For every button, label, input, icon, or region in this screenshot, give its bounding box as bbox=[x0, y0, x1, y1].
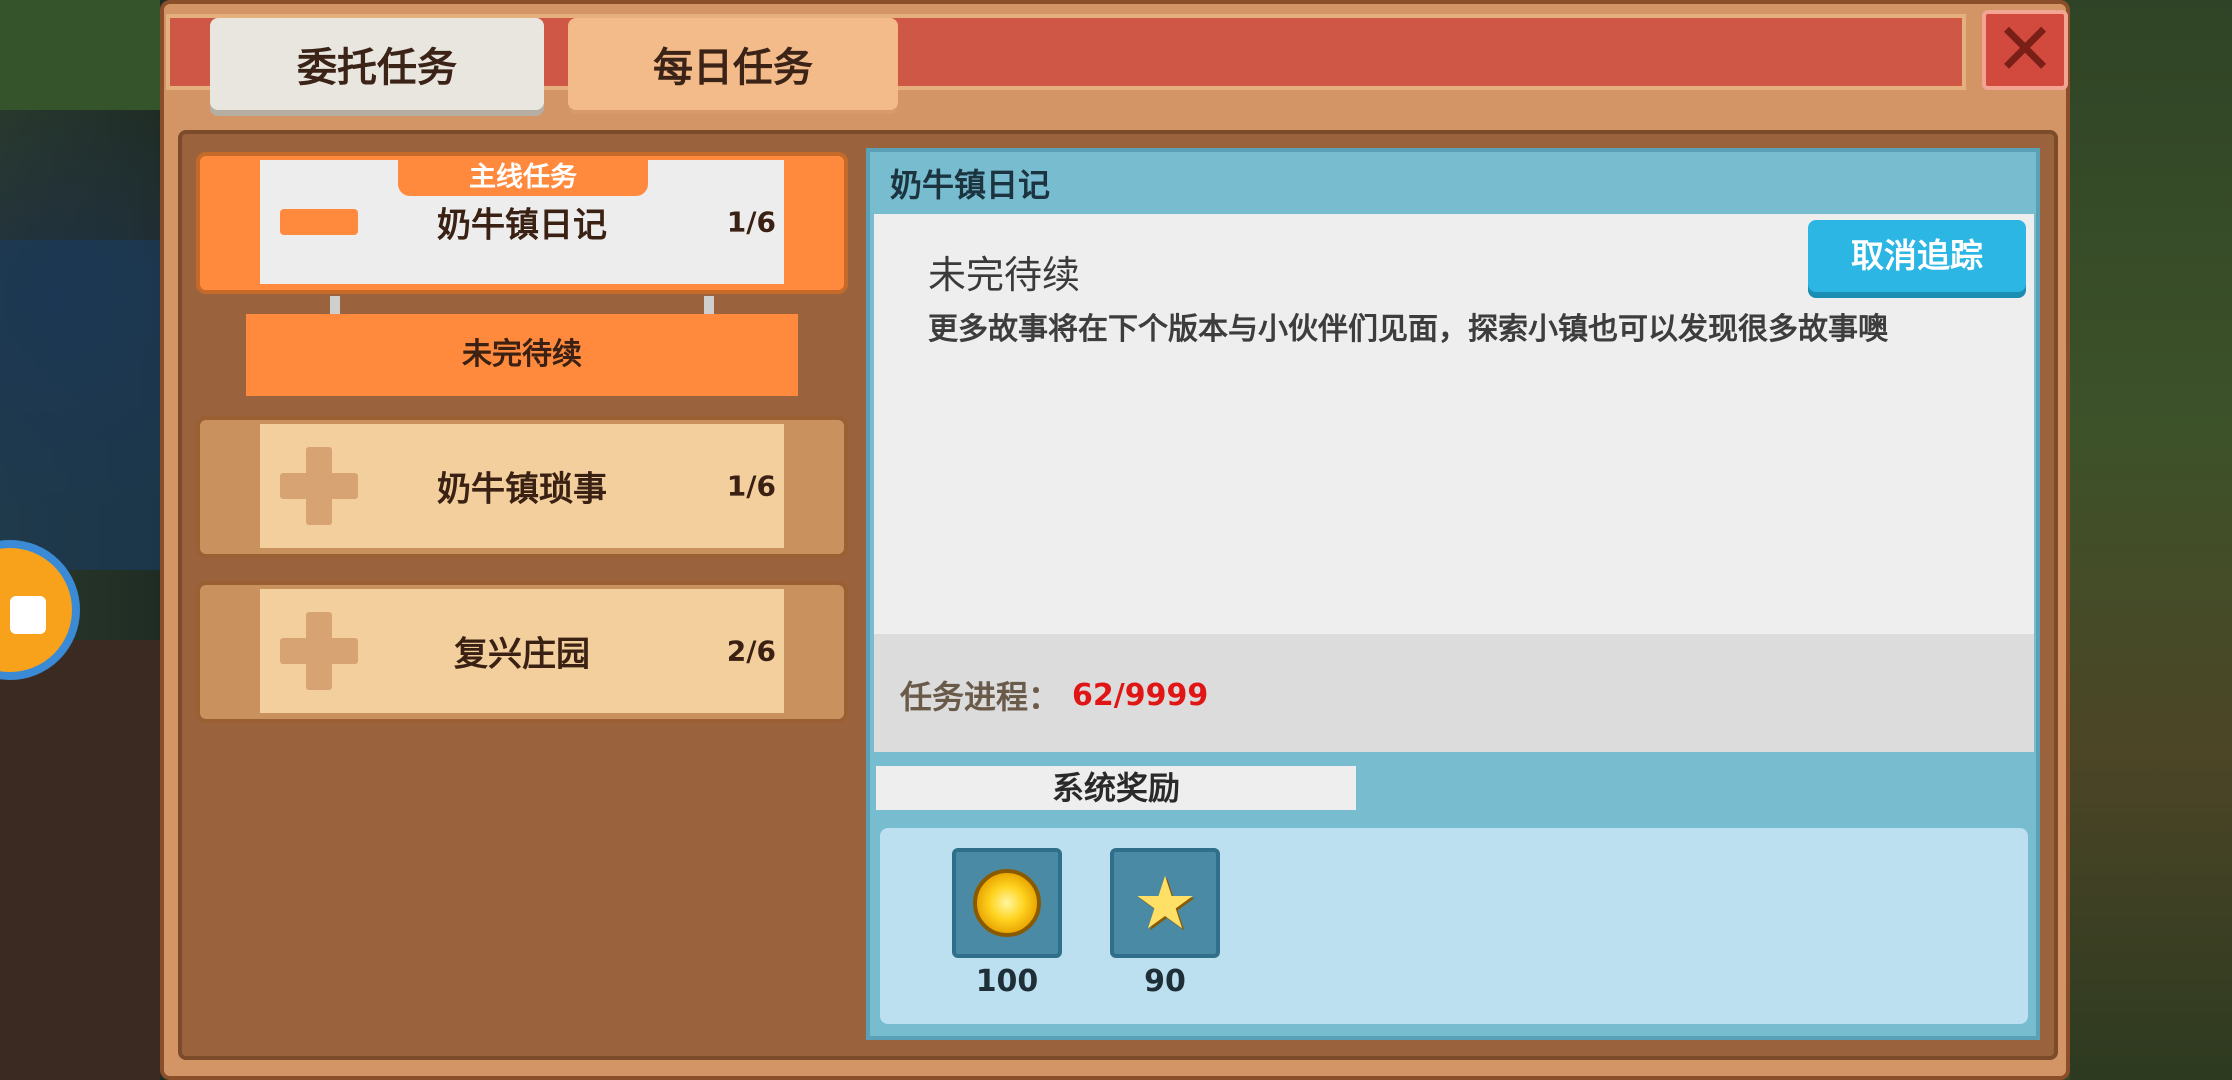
reward-slot-star[interactable]: ★ bbox=[1110, 848, 1220, 958]
quest-item[interactable]: 奶牛镇琐事 1/6 bbox=[196, 416, 848, 558]
close-button[interactable]: ✕ bbox=[1982, 10, 2068, 90]
quest-sub-item[interactable]: 未完待续 bbox=[246, 314, 798, 396]
tab-label: 每日任务 bbox=[653, 45, 813, 91]
reward-value: 100 bbox=[975, 964, 1039, 999]
background-ground bbox=[0, 640, 160, 1080]
quest-name: 奶牛镇日记 bbox=[437, 205, 607, 246]
tab-commission-quests[interactable]: 委托任务 bbox=[210, 18, 544, 110]
quest-item[interactable]: 复兴庄园 2/6 bbox=[196, 581, 848, 723]
cancel-tracking-button[interactable]: 取消追踪 bbox=[1808, 220, 2026, 292]
progress-label: 任务进程： bbox=[900, 678, 1061, 716]
quest-count: 1/6 bbox=[726, 205, 776, 239]
close-icon: ✕ bbox=[1994, 7, 2056, 91]
quest-name: 奶牛镇琐事 bbox=[437, 469, 607, 510]
system-reward-tab: 系统奖励 bbox=[876, 766, 1356, 810]
reward-slot-coin[interactable] bbox=[952, 848, 1062, 958]
sign-post bbox=[330, 296, 340, 316]
background-foliage bbox=[2070, 0, 2232, 1080]
quest-title: 未完待续 bbox=[928, 253, 1081, 297]
tab-label: 委托任务 bbox=[297, 45, 457, 91]
background-tree bbox=[0, 0, 160, 110]
quest-count: 2/6 bbox=[726, 634, 776, 668]
quest-item-body: 奶牛镇琐事 1/6 bbox=[260, 424, 784, 548]
reward-value: 90 bbox=[1144, 964, 1186, 999]
sign-post bbox=[704, 296, 714, 316]
quest-count: 1/6 bbox=[726, 469, 776, 503]
quest-item-body: 复兴庄园 2/6 bbox=[260, 589, 784, 713]
detail-title: 奶牛镇日记 bbox=[890, 166, 1051, 204]
main-quest-tag: 主线任务 bbox=[398, 160, 648, 196]
gold-coin-icon bbox=[973, 869, 1041, 937]
quest-name: 复兴庄园 bbox=[454, 634, 590, 675]
progress-value: 62/9999 bbox=[1072, 678, 1209, 713]
background-water bbox=[0, 240, 160, 570]
star-icon: ★ bbox=[1132, 861, 1198, 945]
tab-daily-quests[interactable]: 每日任务 bbox=[568, 18, 898, 110]
controller-icon bbox=[10, 596, 46, 634]
quest-description: 更多故事将在下个版本与小伙伴们见面，探索小镇也可以发现很多故事噢 bbox=[928, 312, 1888, 347]
